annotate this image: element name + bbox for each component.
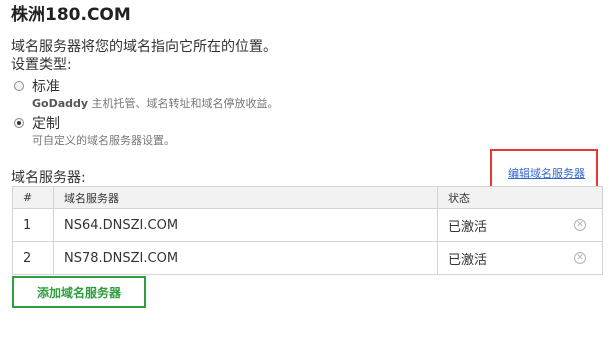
table-header-row: # 域名服务器 状态: [12, 186, 603, 209]
page-title: 株洲180.COM: [11, 5, 131, 25]
close-circle-icon[interactable]: ✕: [574, 219, 586, 231]
status-text: 已激活: [448, 252, 488, 268]
standard-sublabel-text: 主机托管、域名转址和域名停放收益。: [88, 97, 279, 110]
radio-label-standard: 标准: [32, 79, 60, 95]
godaddy-brand-text: GoDaddy: [32, 97, 89, 110]
radio-button-standard[interactable]: [14, 81, 24, 91]
row-number: 2: [12, 241, 54, 275]
nameserver-value: NS64.DNSZI.COM: [53, 208, 438, 242]
radio-sublabel-standard: GoDaddy 主机托管、域名转址和域名停放收益。: [32, 95, 279, 111]
close-circle-icon[interactable]: ✕: [574, 252, 586, 264]
add-nameserver-button[interactable]: 添加域名服务器: [12, 276, 146, 308]
table-row: 2 NS78.DNSZI.COM 已激活 ✕: [12, 241, 603, 275]
status-text: 已激活: [448, 219, 488, 235]
column-header-nameserver: 域名服务器: [53, 186, 438, 209]
radio-sublabel-custom: 可自定义的域名服务器设置。: [32, 134, 175, 147]
radio-label-custom: 定制: [32, 116, 60, 132]
status-cell: 已激活 ✕: [437, 241, 603, 275]
table-row: 1 NS64.DNSZI.COM 已激活 ✕: [12, 208, 603, 242]
row-number: 1: [12, 208, 54, 242]
radio-button-custom[interactable]: [14, 118, 24, 128]
edit-nameservers-link[interactable]: 编辑域名服务器: [508, 165, 585, 181]
settings-type-label: 设置类型:: [11, 57, 72, 73]
nameserver-table: # 域名服务器 状态 1 NS64.DNSZI.COM 已激活 ✕ 2 NS78…: [12, 186, 603, 275]
radio-option-standard[interactable]: 标准: [14, 76, 60, 96]
status-cell: 已激活 ✕: [437, 208, 603, 242]
nameserver-value: NS78.DNSZI.COM: [53, 241, 438, 275]
description-text: 域名服务器将您的域名指向它所在的位置。: [11, 39, 277, 55]
column-header-status: 状态: [437, 186, 603, 209]
nameservers-label: 域名服务器:: [11, 170, 86, 186]
radio-option-custom[interactable]: 定制: [14, 113, 60, 133]
column-header-number: #: [12, 186, 54, 209]
